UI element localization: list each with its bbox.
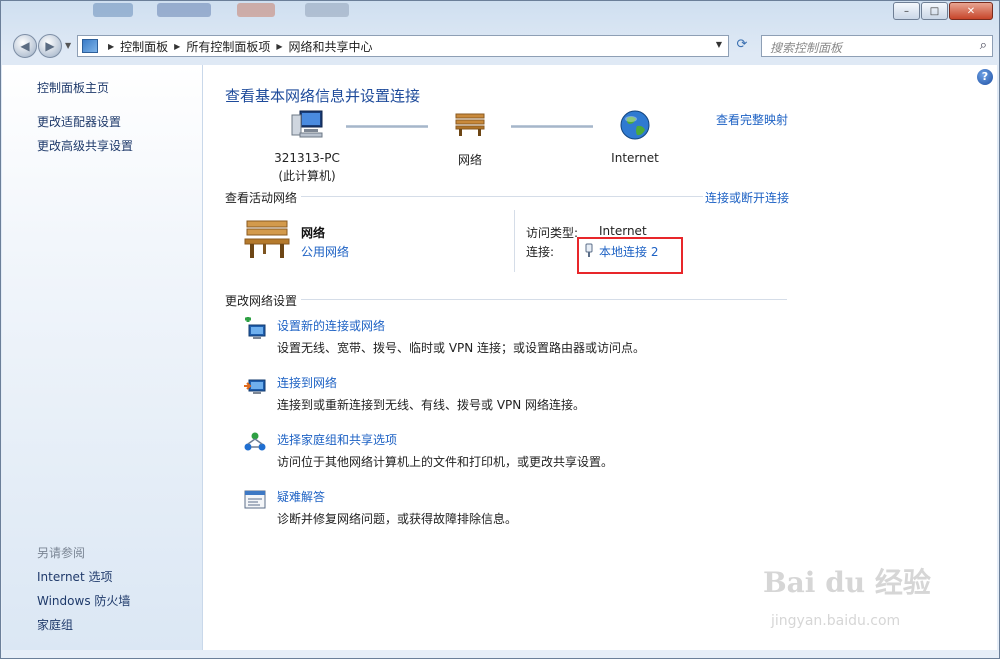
sidebar-item-windows-firewall[interactable]: Windows 防火墙 (37, 592, 130, 609)
sidebar: 控制面板主页 更改适配器设置 更改高级共享设置 另请参阅 Internet 选项… (2, 65, 203, 650)
change-settings-heading: 更改网络设置 (225, 294, 298, 308)
refresh-button[interactable]: ⟳ (732, 37, 752, 55)
map-network-node (452, 111, 488, 140)
breadcrumb-control-panel[interactable]: 控制面板 (120, 38, 168, 55)
map-connection-line (346, 125, 428, 128)
task-title[interactable]: 连接到网络 (277, 374, 337, 391)
homegroup-icon (244, 432, 266, 451)
active-network-name: 网络 (301, 226, 326, 240)
task-description: 设置无线、宽带、拨号、临时或 VPN 连接；或设置路由器或访问点。 (277, 341, 646, 355)
task-description: 访问位于其他网络计算机上的文件和打印机，或更改共享设置。 (277, 455, 614, 469)
chevron-right-icon[interactable]: ▶ (108, 42, 114, 51)
blurred-title-region (157, 3, 211, 17)
sidebar-item-control-panel-home[interactable]: 控制面板主页 (37, 79, 109, 96)
blurred-title-region (305, 3, 349, 17)
connections-label: 连接: (526, 245, 555, 259)
chevron-right-icon[interactable]: ▶ (276, 42, 282, 51)
task-description: 诊断并修复网络问题，或获得故障排除信息。 (277, 512, 518, 526)
see-also-heading: 另请参阅 (37, 546, 86, 560)
title-bar: – □ ✕ (1, 1, 999, 31)
refresh-icon: ⟳ (736, 37, 748, 52)
chevron-right-icon[interactable]: ▶ (174, 42, 180, 51)
blurred-title-region (237, 3, 275, 17)
baidu-watermark: Bai du 经验 (763, 566, 931, 599)
address-dropdown-icon[interactable]: ▼ (716, 40, 722, 49)
bench-icon (455, 113, 485, 136)
network-type-link[interactable]: 公用网络 (301, 243, 349, 260)
computer-icon (291, 110, 323, 138)
vertical-divider (514, 210, 515, 272)
explorer-window: – □ ✕ ◀ ▶ ▼ ▶ 控制面板 ▶ 所有控制面板项 ▶ 网络和共享中心 ▼… (0, 0, 1000, 659)
globe-icon (620, 110, 650, 140)
close-button[interactable]: ✕ (949, 2, 993, 20)
highlight-box (577, 237, 683, 274)
blurred-title-region (93, 3, 133, 17)
sidebar-item-internet-options[interactable]: Internet 选项 (37, 568, 112, 585)
page-title: 查看基本网络信息并设置连接 (225, 87, 421, 105)
computer-name-label: 321313-PC (274, 151, 340, 165)
back-arrow-icon: ◀ (20, 39, 30, 53)
computer-sub-label: (此计算机) (278, 169, 336, 183)
troubleshoot-icon (244, 490, 266, 509)
address-bar[interactable]: ▶ 控制面板 ▶ 所有控制面板项 ▶ 网络和共享中心 ▼ (77, 35, 729, 57)
new-connection-icon (245, 317, 266, 339)
task-troubleshoot: 疑难解答 诊断并修复网络问题，或获得故障排除信息。 (243, 488, 803, 528)
breadcrumb-all-items[interactable]: 所有控制面板项 (186, 38, 270, 55)
see-full-map-link[interactable]: 查看完整映射 (716, 111, 788, 128)
help-button[interactable]: ? (977, 69, 993, 85)
section-divider (301, 196, 703, 197)
access-type-label: 访问类型: (526, 226, 579, 240)
breadcrumb-network-center[interactable]: 网络和共享中心 (289, 38, 373, 55)
network-bench-icon-wrap (243, 217, 291, 264)
connect-network-icon (244, 379, 266, 394)
task-homegroup: 选择家庭组和共享选项 访问位于其他网络计算机上的文件和打印机，或更改共享设置。 (243, 431, 803, 471)
task-connect-network: 连接到网络 连接到或重新连接到无线、有线、拨号或 VPN 网络连接。 (243, 374, 803, 414)
forward-button[interactable]: ▶ (38, 34, 62, 58)
task-title[interactable]: 选择家庭组和共享选项 (277, 431, 397, 448)
task-new-connection: 设置新的连接或网络 设置无线、宽带、拨号、临时或 VPN 连接；或设置路由器或访… (243, 317, 803, 357)
sidebar-item-advanced-sharing[interactable]: 更改高级共享设置 (37, 137, 133, 154)
task-title[interactable]: 设置新的连接或网络 (277, 317, 385, 334)
task-description: 连接到或重新连接到无线、有线、拨号或 VPN 网络连接。 (277, 398, 586, 412)
map-computer-node (275, 109, 339, 142)
map-internet-node (618, 109, 652, 144)
network-node-label: 网络 (457, 153, 482, 167)
search-input[interactable]: 搜索控制面板 ⌕ (761, 35, 993, 57)
connect-disconnect-link[interactable]: 连接或断开连接 (705, 189, 789, 206)
minimize-button[interactable]: – (893, 2, 920, 20)
internet-node-label: Internet (611, 151, 659, 165)
access-type-value: Internet (599, 224, 647, 238)
forward-arrow-icon: ▶ (45, 39, 55, 53)
navigation-bar: ◀ ▶ ▼ ▶ 控制面板 ▶ 所有控制面板项 ▶ 网络和共享中心 ▼ ⟳ 搜索控… (1, 32, 999, 60)
section-divider (301, 299, 787, 300)
baidu-watermark-url: jingyan.baidu.com (771, 613, 901, 629)
back-button[interactable]: ◀ (13, 34, 37, 58)
search-icon[interactable]: ⌕ (980, 38, 987, 53)
maximize-button[interactable]: □ (921, 2, 948, 20)
map-connection-line (511, 125, 593, 128)
active-networks-heading: 查看活动网络 (225, 191, 298, 205)
window-controls: – □ ✕ (892, 2, 993, 20)
search-placeholder: 搜索控制面板 (770, 41, 843, 55)
sidebar-item-homegroup[interactable]: 家庭组 (37, 616, 73, 633)
task-title[interactable]: 疑难解答 (277, 488, 325, 505)
sidebar-item-adapter-settings[interactable]: 更改适配器设置 (37, 113, 121, 130)
recent-pages-dropdown[interactable]: ▼ (65, 41, 71, 50)
control-panel-icon (82, 39, 98, 53)
bench-icon (244, 220, 290, 258)
